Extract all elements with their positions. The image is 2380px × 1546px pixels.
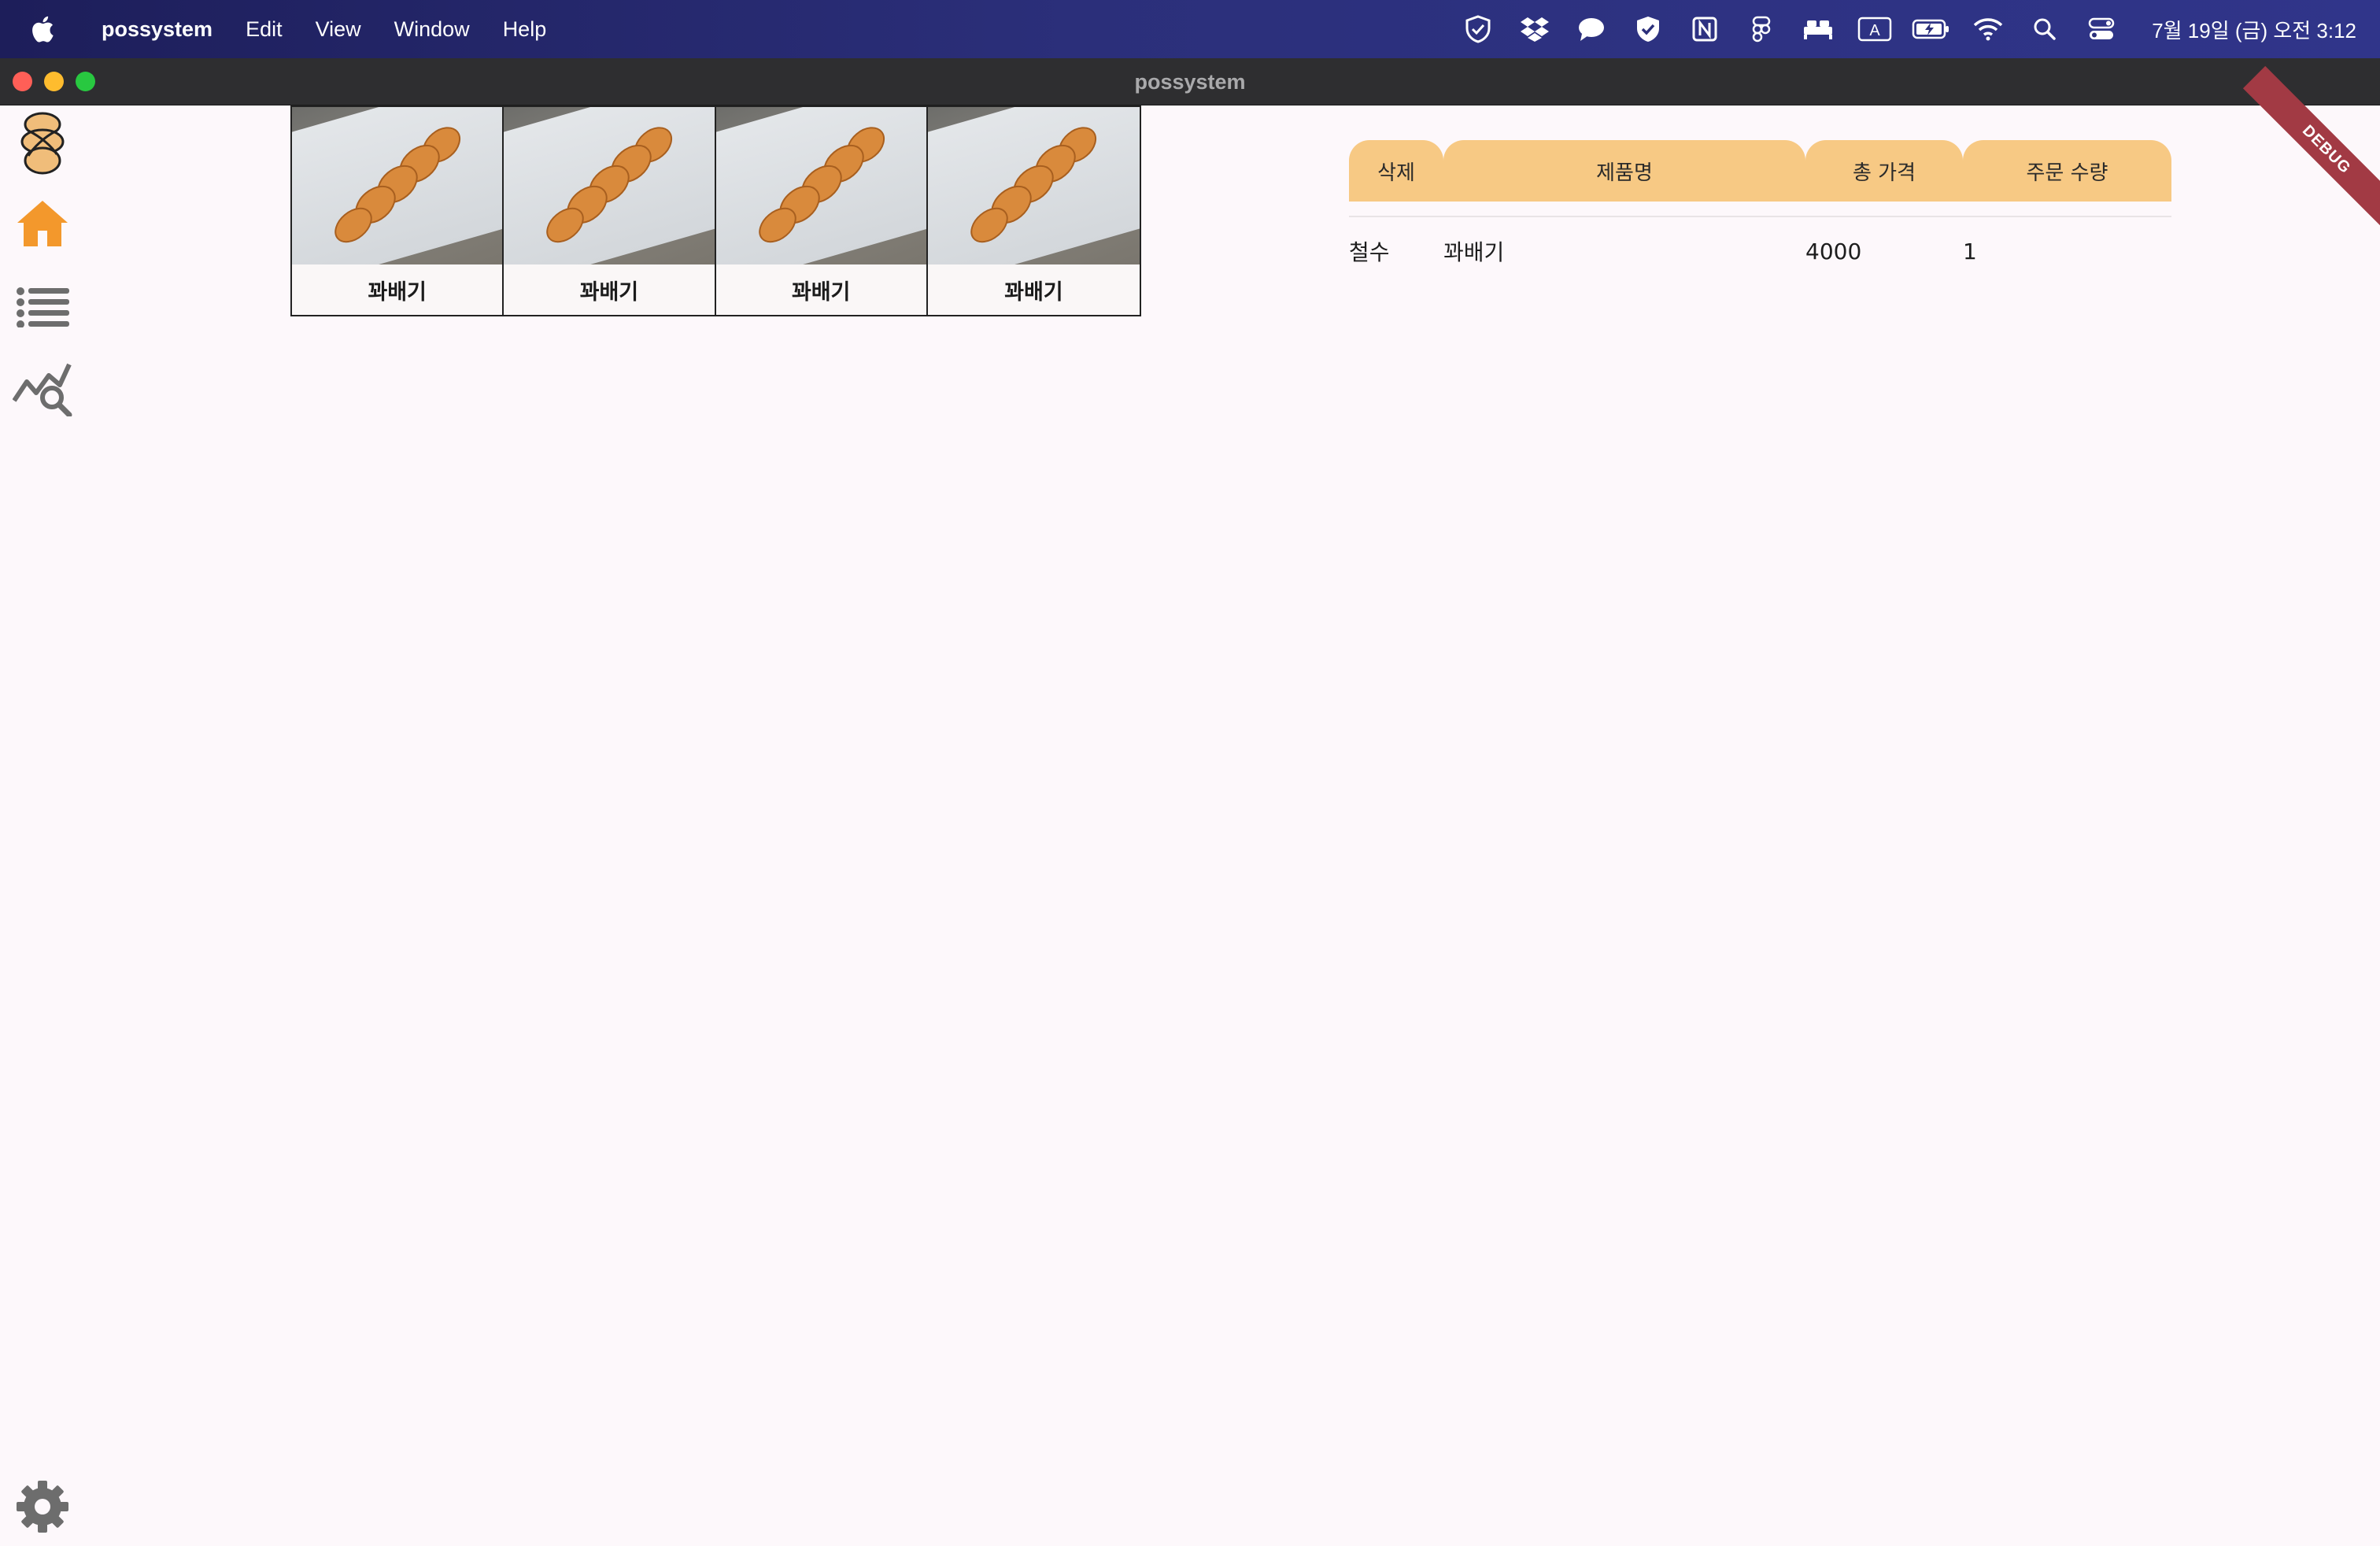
app-menu[interactable]: possystem: [85, 0, 229, 58]
row-total-price: 4000: [1805, 238, 1862, 264]
product-name: 꽈배기: [1004, 279, 1063, 305]
menu-window[interactable]: Window: [378, 0, 486, 58]
product-card[interactable]: 꽈배기: [292, 107, 504, 315]
product-card[interactable]: 꽈배기: [715, 107, 928, 315]
product-card[interactable]: 꽈배기: [504, 107, 716, 315]
control-center-icon[interactable]: [2073, 0, 2130, 58]
menubar-clock[interactable]: 7월 19일 (금) 오전 3:12: [2130, 15, 2356, 44]
row-quantity: 1: [1963, 238, 1977, 264]
order-table: 삭제 제품명 총 가격 주문 수량 철수 꽈배기 4000 1: [1349, 140, 2171, 285]
battery-icon[interactable]: [1903, 0, 1960, 58]
wifi-icon[interactable]: [1960, 0, 2016, 58]
product-name: 꽈배기: [791, 279, 851, 305]
header-total-price: 총 가격: [1805, 140, 1963, 202]
product-card[interactable]: 꽈배기: [927, 107, 1140, 315]
analytics-icon[interactable]: [0, 350, 85, 428]
menu-bar: possystem Edit View Window Help A 7월 19일…: [0, 0, 2380, 58]
svg-text:A: A: [1870, 22, 1881, 39]
app-content: 꽈배기 꽈배기 꽈배기 꽈배기 삭제 제품명 총 가격 주문 수량 철수 꽈배기…: [0, 65, 2380, 1546]
product-name: 꽈배기: [579, 279, 639, 305]
menu-help[interactable]: Help: [486, 0, 564, 58]
chat-icon[interactable]: [1563, 0, 1620, 58]
sidebar: [0, 105, 85, 1546]
table-row: 철수 꽈배기 4000 1: [1349, 217, 2171, 285]
product-photo: [715, 107, 926, 264]
apple-menu-icon[interactable]: [0, 0, 85, 58]
spotlight-icon[interactable]: [2016, 0, 2073, 58]
menu-view[interactable]: View: [299, 0, 378, 58]
row-product-name: 꽈배기: [1443, 239, 1505, 265]
dropbox-icon[interactable]: [1506, 0, 1563, 58]
settings-icon[interactable]: [0, 1467, 85, 1546]
header-product-name: 제품명: [1443, 140, 1805, 202]
shield-icon[interactable]: [1450, 0, 1506, 58]
status-tray: A 7월 19일 (금) 오전 3:12: [1450, 0, 2356, 58]
menu-edit[interactable]: Edit: [229, 0, 299, 58]
input-source-icon[interactable]: A: [1846, 0, 1903, 58]
product-name: 꽈배기: [368, 279, 427, 305]
product-grid: 꽈배기 꽈배기 꽈배기 꽈배기: [290, 105, 1141, 316]
list-icon[interactable]: [0, 268, 85, 346]
window-title: possystem: [1134, 70, 1246, 94]
row-delete-cell[interactable]: 철수: [1349, 235, 1443, 267]
notion-icon[interactable]: [1676, 0, 1733, 58]
product-photo: [927, 107, 1140, 264]
header-delete: 삭제: [1349, 140, 1443, 202]
table-header: 삭제 제품명 총 가격 주문 수량: [1349, 140, 2171, 202]
home-icon[interactable]: [0, 184, 85, 263]
figma-icon[interactable]: [1733, 0, 1790, 58]
product-photo: [292, 107, 503, 264]
bed-icon[interactable]: [1790, 0, 1846, 58]
app-window: possystem 꽈배기 꽈배기 꽈배기 꽈배기 삭제 제품명 총 가격 주문…: [0, 58, 2380, 1546]
header-quantity: 주문 수량: [1963, 140, 2171, 202]
logo-icon[interactable]: [0, 105, 85, 184]
shield-check-icon[interactable]: [1620, 0, 1676, 58]
title-bar: possystem: [0, 58, 2380, 105]
product-photo: [504, 107, 715, 264]
